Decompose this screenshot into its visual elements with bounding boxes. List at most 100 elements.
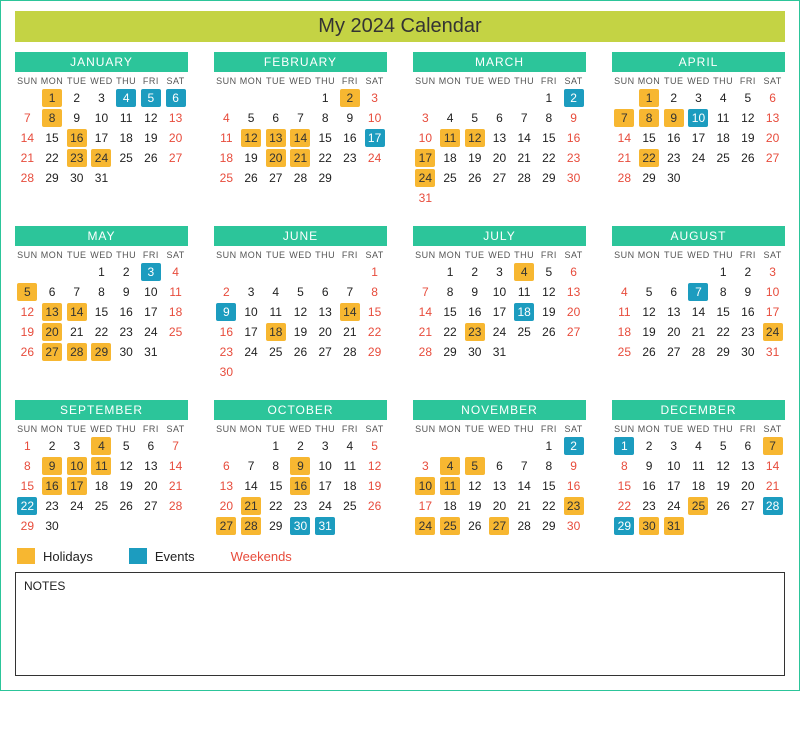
day-cell[interactable]: 18 [91,477,111,495]
day-cell[interactable]: 20 [216,497,236,515]
day-cell[interactable]: 14 [17,129,37,147]
day-cell[interactable]: 13 [489,477,509,495]
day-cell[interactable]: 7 [17,109,37,127]
day-cell[interactable]: 22 [539,149,559,167]
day-cell[interactable]: 12 [639,303,659,321]
day-cell[interactable]: 15 [17,477,37,495]
day-cell[interactable]: 19 [116,477,136,495]
day-cell[interactable]: 14 [415,303,435,321]
day-cell[interactable]: 23 [639,497,659,515]
day-cell[interactable]: 30 [290,517,310,535]
day-cell[interactable]: 14 [688,303,708,321]
day-cell[interactable]: 11 [116,109,136,127]
day-cell[interactable]: 25 [440,169,460,187]
day-cell[interactable]: 25 [688,497,708,515]
day-cell[interactable]: 30 [116,343,136,361]
day-cell[interactable]: 6 [266,109,286,127]
day-cell[interactable]: 30 [42,517,62,535]
day-cell[interactable]: 17 [664,477,684,495]
day-cell[interactable]: 1 [365,263,385,281]
day-cell[interactable]: 19 [141,129,161,147]
day-cell[interactable]: 12 [539,283,559,301]
day-cell[interactable]: 16 [290,477,310,495]
day-cell[interactable]: 24 [241,343,261,361]
day-cell[interactable]: 10 [67,457,87,475]
day-cell[interactable]: 12 [465,129,485,147]
day-cell[interactable]: 22 [713,323,733,341]
day-cell[interactable]: 8 [539,457,559,475]
day-cell[interactable]: 31 [763,343,783,361]
day-cell[interactable]: 2 [639,437,659,455]
day-cell[interactable]: 13 [564,283,584,301]
day-cell[interactable]: 21 [290,149,310,167]
day-cell[interactable]: 5 [365,437,385,455]
day-cell[interactable]: 3 [664,437,684,455]
day-cell[interactable]: 12 [365,457,385,475]
day-cell[interactable]: 13 [141,457,161,475]
day-cell[interactable]: 5 [241,109,261,127]
day-cell[interactable]: 20 [664,323,684,341]
day-cell[interactable]: 23 [340,149,360,167]
day-cell[interactable]: 15 [639,129,659,147]
day-cell[interactable]: 17 [415,149,435,167]
day-cell[interactable]: 9 [67,109,87,127]
day-cell[interactable]: 9 [564,457,584,475]
day-cell[interactable]: 25 [91,497,111,515]
day-cell[interactable]: 10 [141,283,161,301]
day-cell[interactable]: 24 [67,497,87,515]
day-cell[interactable]: 11 [713,109,733,127]
day-cell[interactable]: 4 [614,283,634,301]
day-cell[interactable]: 2 [67,89,87,107]
day-cell[interactable]: 19 [290,323,310,341]
day-cell[interactable]: 18 [166,303,186,321]
day-cell[interactable]: 1 [713,263,733,281]
day-cell[interactable]: 21 [514,497,534,515]
day-cell[interactable]: 11 [91,457,111,475]
day-cell[interactable]: 12 [116,457,136,475]
day-cell[interactable]: 25 [514,323,534,341]
day-cell[interactable]: 26 [639,343,659,361]
day-cell[interactable]: 5 [116,437,136,455]
day-cell[interactable]: 21 [415,323,435,341]
day-cell[interactable]: 8 [315,109,335,127]
day-cell[interactable]: 18 [116,129,136,147]
day-cell[interactable]: 16 [564,129,584,147]
day-cell[interactable]: 23 [564,149,584,167]
day-cell[interactable]: 9 [639,457,659,475]
day-cell[interactable]: 2 [116,263,136,281]
day-cell[interactable]: 11 [440,129,460,147]
day-cell[interactable]: 3 [763,263,783,281]
day-cell[interactable]: 12 [738,109,758,127]
day-cell[interactable]: 31 [415,189,435,207]
day-cell[interactable]: 8 [91,283,111,301]
day-cell[interactable]: 29 [440,343,460,361]
day-cell[interactable]: 22 [639,149,659,167]
day-cell[interactable]: 21 [166,477,186,495]
day-cell[interactable]: 14 [166,457,186,475]
day-cell[interactable]: 30 [664,169,684,187]
day-cell[interactable]: 28 [514,169,534,187]
day-cell[interactable]: 1 [440,263,460,281]
day-cell[interactable]: 4 [713,89,733,107]
day-cell[interactable]: 7 [688,283,708,301]
day-cell[interactable]: 6 [42,283,62,301]
day-cell[interactable]: 23 [564,497,584,515]
day-cell[interactable]: 21 [688,323,708,341]
day-cell[interactable]: 1 [17,437,37,455]
day-cell[interactable]: 27 [166,149,186,167]
day-cell[interactable]: 31 [141,343,161,361]
day-cell[interactable]: 23 [116,323,136,341]
day-cell[interactable]: 25 [116,149,136,167]
day-cell[interactable]: 9 [664,109,684,127]
day-cell[interactable]: 4 [688,437,708,455]
day-cell[interactable]: 18 [440,149,460,167]
day-cell[interactable]: 14 [241,477,261,495]
day-cell[interactable]: 20 [489,149,509,167]
day-cell[interactable]: 3 [365,89,385,107]
day-cell[interactable]: 15 [713,303,733,321]
day-cell[interactable]: 10 [664,457,684,475]
day-cell[interactable]: 2 [465,263,485,281]
day-cell[interactable]: 10 [365,109,385,127]
notes-box[interactable]: NOTES [15,572,785,676]
day-cell[interactable]: 3 [241,283,261,301]
